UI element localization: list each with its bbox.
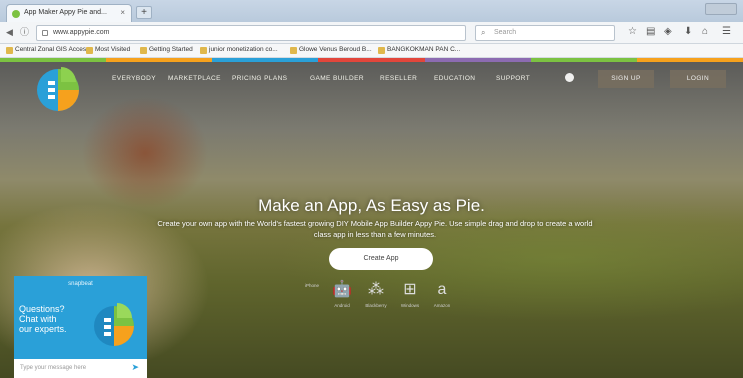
hero-subtext: Create your own app with the World's fas… — [157, 219, 593, 239]
nav-item-education[interactable]: EDUCATION — [434, 75, 475, 82]
browser-search-input[interactable]: ⌕ Search — [475, 25, 615, 41]
back-arrow-icon[interactable]: ◀ — [6, 26, 13, 38]
platform-label: iPhone — [304, 283, 319, 288]
browser-navigation-bar: ◀ ⓘ www.appypie.com ⌕ Search ☆ ▤ ◈ ⬇ ⌂ ☰ — [0, 22, 743, 44]
bookmark-item[interactable]: Getting Started — [140, 46, 193, 54]
search-placeholder: Search — [494, 29, 517, 36]
browser-tab[interactable]: App Maker Appy Pie and... × — [6, 4, 132, 22]
reading-list-icon[interactable]: ▤ — [646, 26, 655, 37]
new-tab-button[interactable]: + — [136, 6, 152, 19]
bookmark-item[interactable]: junior monetization co... — [200, 46, 278, 54]
android-icon: 🤖 — [332, 281, 352, 298]
nav-item-marketplace[interactable]: MARKETPLACE — [168, 75, 221, 82]
platform-windows[interactable]: ⊞ Windows — [398, 280, 422, 308]
signup-button[interactable]: SIGN UP — [598, 70, 654, 88]
bookmarks-bar: Central Zonal GIS Acces... Most Visited … — [0, 44, 743, 58]
chat-line-2: Chat with — [19, 314, 57, 324]
browser-tab-bar: App Maker Appy Pie and... × + — [0, 0, 743, 22]
tab-close-icon[interactable]: × — [120, 8, 125, 17]
bookmark-item[interactable]: Glowe Venus Beroud B... — [290, 46, 372, 54]
platform-label: Blackberry — [365, 303, 387, 308]
chat-prompt: Questions? Chat with our experts. — [19, 304, 67, 334]
bookmark-item[interactable]: Central Zonal GIS Acces... — [6, 46, 92, 54]
nav-item-support[interactable]: SUPPORT — [496, 75, 530, 82]
lock-icon — [42, 30, 48, 36]
send-icon[interactable]: ➤ — [131, 362, 139, 373]
platform-iphone[interactable]: iPhone — [300, 280, 324, 288]
amazon-icon: a — [437, 281, 447, 298]
pocket-icon[interactable]: ◈ — [664, 26, 672, 37]
hero-headline: Make an App, As Easy as Pie. — [258, 196, 485, 215]
menu-icon[interactable]: ☰ — [722, 26, 731, 37]
appypie-chat-logo-icon — [94, 303, 134, 346]
appypie-logo-icon[interactable] — [34, 64, 86, 112]
search-icon: ⌕ — [481, 28, 486, 37]
nav-item-game-builder[interactable]: GAME BUILDER — [310, 75, 364, 82]
platform-label: Android — [334, 303, 350, 308]
nav-item-everybody[interactable]: EVERYBODY — [112, 75, 156, 82]
create-app-button[interactable]: Create App — [329, 248, 433, 270]
platform-blackberry[interactable]: ⁂ Blackberry — [364, 280, 388, 308]
blackberry-icon: ⁂ — [368, 281, 384, 298]
chat-widget[interactable]: snapbeat Questions? Chat with our expert… — [14, 276, 147, 378]
brand-color-strip — [0, 58, 743, 62]
nav-item-reseller[interactable]: RESELLER — [380, 75, 417, 82]
chat-input-placeholder: Type your message here — [20, 365, 87, 371]
home-icon[interactable]: ⌂ — [702, 26, 708, 37]
download-icon[interactable]: ⬇ — [684, 26, 692, 37]
windows-icon: ⊞ — [403, 281, 417, 298]
star-icon[interactable]: ☆ — [628, 26, 637, 37]
chat-brand: snapbeat — [68, 281, 93, 287]
platform-list: iPhone 🤖 Android ⁂ Blackberry ⊞ Windows … — [300, 280, 460, 318]
chat-message-input[interactable]: Type your message here ➤ — [14, 359, 147, 378]
nav-item-pricing[interactable]: PRICING PLANS — [232, 75, 287, 82]
login-button[interactable]: LOGIN — [670, 70, 726, 88]
address-text: www.appypie.com — [53, 29, 110, 36]
platform-amazon[interactable]: a Amazon — [430, 280, 454, 308]
info-icon[interactable]: ⓘ — [20, 26, 29, 38]
chat-line-1: Questions? — [19, 304, 65, 314]
address-bar[interactable]: www.appypie.com — [36, 25, 466, 41]
bookmark-item[interactable]: BANGKOKMAN PAN C... — [378, 46, 460, 54]
bookmark-item[interactable]: Most Visited — [86, 46, 130, 54]
chat-line-3: our experts. — [19, 324, 67, 334]
language-toggle-icon[interactable] — [565, 73, 574, 82]
favicon-icon — [12, 10, 20, 18]
window-controls[interactable] — [705, 3, 737, 15]
platform-label: Windows — [400, 303, 420, 308]
tab-title: App Maker Appy Pie and... — [24, 9, 107, 16]
hero-section: EVERYBODY MARKETPLACE PRICING PLANS GAME… — [0, 58, 743, 378]
platform-label: Amazon — [433, 303, 451, 308]
platform-android[interactable]: 🤖 Android — [330, 280, 354, 308]
